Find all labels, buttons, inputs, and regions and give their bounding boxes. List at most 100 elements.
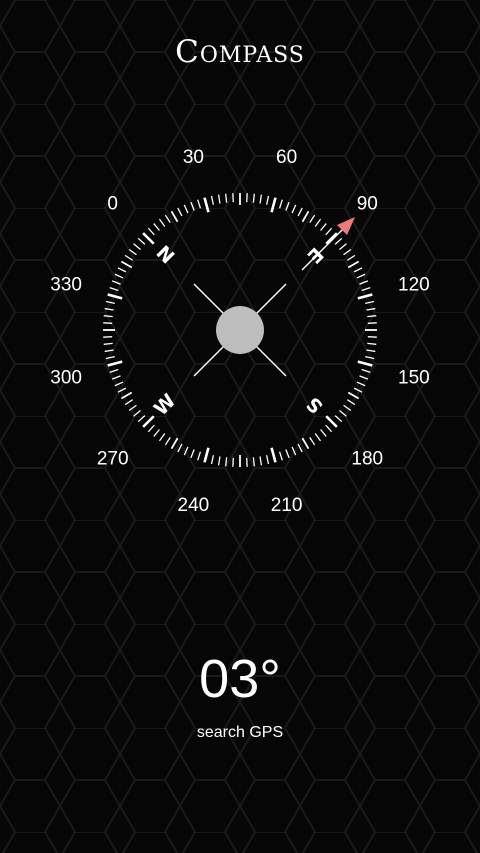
dial-tick: [124, 399, 134, 406]
dial-tick: [334, 415, 343, 423]
dial-tick: [252, 457, 255, 467]
dial-tick: [301, 437, 310, 450]
dial-tick: [183, 446, 189, 456]
dial-tick: [104, 307, 114, 311]
dial-tick: [366, 349, 376, 353]
app-title: Compass: [175, 34, 305, 70]
dial-tick: [137, 237, 146, 245]
degree-label: 120: [398, 274, 430, 295]
dial-tick: [203, 447, 210, 463]
dial-tick: [353, 387, 363, 393]
dial-tick: [291, 446, 297, 456]
degree-label: 330: [50, 274, 82, 295]
dial-tick: [285, 201, 290, 211]
dial-tick: [114, 273, 124, 279]
dial-tick: [117, 387, 127, 393]
dial-tick: [320, 429, 327, 437]
dial-tick: [270, 447, 277, 463]
dial-tick: [347, 260, 360, 269]
dial-tick: [259, 194, 263, 204]
dial-tick: [353, 267, 363, 273]
dial-tick: [217, 194, 221, 204]
dial-tick: [107, 360, 123, 367]
degree-label: 60: [276, 147, 297, 168]
dial-tick: [278, 451, 283, 461]
dial-tick: [147, 227, 155, 236]
dial-tick: [164, 436, 171, 446]
dial-tick: [301, 210, 310, 223]
dial-tick: [164, 214, 171, 224]
compass-dial: 0 30 60 90 120 150 180 210 240 270 300 330 N E S W: [50, 147, 430, 516]
dial-tick: [197, 451, 202, 461]
dial-tick: [190, 201, 195, 211]
dial-tick: [117, 267, 127, 273]
dial-tick: [365, 300, 375, 305]
dial-tick: [158, 433, 166, 442]
degree-label: 300: [50, 368, 82, 389]
dial-tick: [356, 273, 366, 279]
dial-tick: [365, 355, 375, 360]
dial-tick: [153, 429, 160, 437]
compass-screen: Compass 0 30 60 90 120 150 180 210 240 270 300 330 …: [0, 0, 480, 853]
dial-tick: [109, 287, 119, 292]
dial-tick: [291, 204, 297, 214]
dial-tick: [297, 207, 303, 217]
dial-tick: [203, 197, 210, 213]
dial-tick: [153, 223, 160, 231]
dial-tick: [343, 248, 352, 256]
degree-label: 0: [107, 194, 118, 215]
dial-tick: [357, 360, 373, 367]
dial-tick: [111, 280, 121, 285]
dial-tick: [111, 375, 121, 380]
dial-tick: [343, 404, 352, 412]
degree-label: 30: [183, 147, 204, 168]
degree-label: 270: [97, 448, 129, 469]
dial-tick: [210, 195, 215, 205]
dial-tick: [225, 457, 228, 467]
dial-tick: [104, 349, 114, 353]
dial-tick: [366, 307, 376, 311]
dial-tick: [133, 410, 141, 417]
dial-tick: [259, 456, 263, 466]
dial-tick: [314, 433, 322, 442]
dial-tick: [197, 199, 202, 209]
dial-tick: [183, 204, 189, 214]
degree-label: 150: [398, 368, 430, 389]
dial-tick: [105, 300, 115, 305]
dial-tick: [225, 193, 228, 203]
dial-tick: [357, 293, 373, 300]
dial-tick: [359, 375, 369, 380]
dial-tick: [217, 456, 221, 466]
dial-tick: [109, 368, 119, 373]
dial-tick: [114, 381, 124, 387]
degree-label: 180: [351, 448, 383, 469]
dial-tick: [142, 232, 155, 245]
dial-tick: [128, 404, 137, 412]
dial-tick: [325, 415, 338, 428]
dial-tick: [356, 381, 366, 387]
center-disc: [216, 306, 264, 354]
dial-tick: [210, 455, 215, 465]
dial-tick: [103, 342, 113, 345]
dial-tick: [265, 455, 270, 465]
dial-tick: [177, 443, 183, 453]
dial-tick: [334, 237, 343, 245]
dial-tick: [309, 436, 316, 446]
dial-tick: [107, 293, 123, 300]
dial-tick: [297, 443, 303, 453]
dial-tick: [128, 248, 137, 256]
cardinal-s: S: [302, 392, 327, 417]
cardinal-n: N: [152, 242, 179, 269]
arrow-pointer-icon: [301, 217, 355, 271]
dial-tick: [346, 254, 356, 261]
dial-tick: [120, 391, 133, 400]
dial-tick: [361, 368, 371, 373]
dial-tick: [309, 214, 316, 224]
dial-tick: [346, 399, 356, 406]
dial-tick: [325, 424, 333, 433]
dial-tick: [133, 243, 141, 250]
dial-tick: [103, 315, 113, 318]
dial-tick: [147, 424, 155, 433]
degree-label: 240: [178, 495, 210, 516]
dial-tick: [320, 223, 327, 231]
